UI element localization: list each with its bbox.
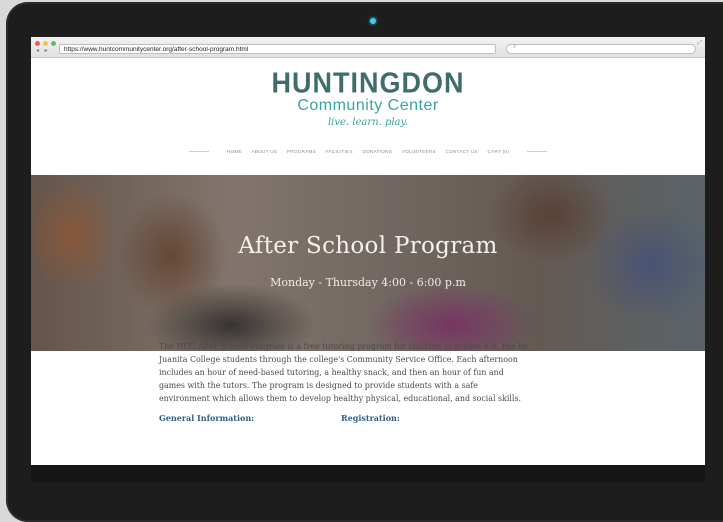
fullscreen-icon[interactable]: ⤢ [697, 40, 702, 47]
logo-title[interactable]: HUNTINGDON [31, 67, 705, 100]
search-icon: ⌕ [513, 44, 517, 50]
nav-cart[interactable]: CART (0) [487, 149, 509, 154]
browser-search-input[interactable]: ⌕ [506, 44, 696, 54]
address-bar[interactable]: https://www.huntcommunitycenter.org/afte… [59, 44, 496, 54]
back-forward-arrows-icon[interactable]: ◂ ▸ [36, 47, 50, 54]
url-text: https://www.huntcommunitycenter.org/afte… [64, 46, 249, 53]
menu-divider-right [526, 151, 547, 153]
hero-banner: After School Program Monday - Thursday 4… [31, 175, 705, 351]
nav-about-us[interactable]: ABOUT US [251, 149, 277, 154]
site-header: HUNTINGDON Community Center live. learn.… [31, 58, 705, 175]
minimize-window-icon[interactable] [43, 41, 48, 46]
browser-toolbar: ◂ ▸ https://www.huntcommunitycenter.org/… [31, 37, 705, 58]
general-information-heading: General Information: [159, 413, 255, 423]
menu-divider-left [189, 151, 210, 153]
page-title: After School Program [238, 233, 498, 259]
nav-volunteers[interactable]: VOLUNTEERS [402, 149, 436, 154]
close-window-icon[interactable] [35, 41, 40, 46]
page-schedule: Monday - Thursday 4:00 - 6:00 p.m [270, 276, 466, 289]
program-description: The HCC After School Program is a free t… [159, 342, 528, 403]
maximize-window-icon[interactable] [51, 41, 56, 46]
logo-tagline: live. learn. play. [327, 117, 409, 128]
nav-donations[interactable]: DONATIONS [362, 149, 392, 154]
webcam-icon [370, 18, 376, 24]
nav-facilities[interactable]: FACILITIES [326, 149, 353, 154]
nav-programs[interactable]: PROGRAMS [287, 149, 316, 154]
nav-contact-us[interactable]: CONTACT US [445, 149, 477, 154]
registration-heading: Registration: [341, 413, 400, 423]
laptop-bezel-bottom [31, 465, 705, 483]
main-navigation: HOME ABOUT US PROGRAMS FACILITIES DONATI… [31, 149, 705, 154]
main-content: The HCC After School Program is a free t… [159, 340, 529, 423]
nav-home[interactable]: HOME [227, 149, 242, 154]
logo-subtitle[interactable]: Community Center [31, 97, 705, 115]
